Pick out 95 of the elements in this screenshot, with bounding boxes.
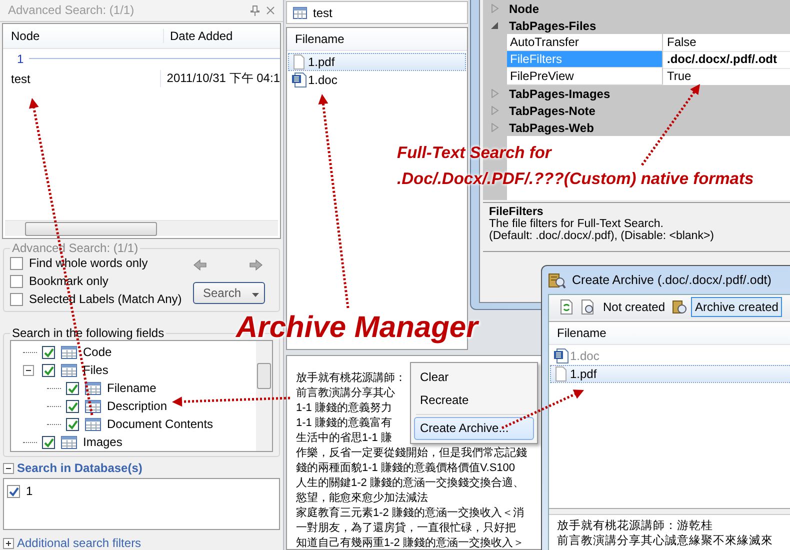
table-icon [85, 382, 101, 394]
menu-item[interactable]: Recreate [414, 389, 534, 412]
archive-icon [548, 271, 566, 289]
table-icon [61, 346, 77, 358]
checkbox-label[interactable]: 1 [26, 484, 33, 498]
tree-item[interactable]: Code [83, 345, 112, 359]
table-icon [85, 418, 101, 430]
column-header[interactable]: Date Added [163, 28, 233, 43]
file-row[interactable]: 1.pdf [550, 365, 790, 383]
tree-item[interactable]: Images [83, 435, 122, 449]
section-title[interactable]: Additional search filters [17, 536, 142, 550]
column-header[interactable]: Filename [557, 326, 606, 340]
collapse-toggle-icon[interactable] [23, 364, 34, 376]
text-line: 家庭教育三元素1-2 賺錢的意涵一交換收入＜消 [296, 506, 524, 521]
back-arrow-icon[interactable] [193, 258, 207, 270]
search-button[interactable]: Search [193, 282, 265, 304]
menu-item[interactable]: Create Archive... [414, 417, 534, 440]
group-label: 1 [17, 52, 24, 66]
description-text: (Default: .doc/.docx/.pdf), (Disable: <blank>) [489, 230, 715, 242]
checkbox[interactable] [66, 418, 79, 430]
scrollbar[interactable] [256, 341, 272, 451]
file-row[interactable]: 1.pdf [288, 53, 466, 71]
checkbox[interactable] [66, 400, 79, 412]
category-label[interactable]: TabPages-Note [507, 104, 596, 118]
filter-toggle[interactable]: Not created [599, 297, 670, 317]
text-line: 放手就有桃花源講師：游乾桂 [557, 519, 713, 534]
text-line: 作樂，反省一定要從錢開始，但是我們常忘記錢 [296, 446, 527, 461]
tree-item[interactable]: Filename [107, 381, 156, 395]
file-icon [291, 54, 307, 70]
caret-icon[interactable] [252, 293, 259, 297]
table-cell[interactable]: test [3, 72, 160, 86]
property-value[interactable]: False [663, 34, 790, 52]
text-line: 放手就有桃花源講師： [296, 371, 406, 386]
archive-icon [672, 299, 688, 315]
annotation-headline: Archive Manager [236, 310, 478, 346]
text-line: 1-1 賺錢的意義努力 [296, 401, 392, 416]
document-icon [291, 72, 307, 88]
table-icon [293, 6, 307, 18]
tree-item[interactable]: Files [83, 363, 108, 377]
checkbox[interactable] [66, 382, 79, 394]
text-line: 1-1 賺錢的意義富有 [296, 416, 392, 431]
checkbox[interactable] [10, 274, 23, 288]
table-cell[interactable]: 2011/10/31 下午 04:1 [160, 70, 280, 88]
description-title: FileFilters [489, 206, 544, 218]
checkbox-label[interactable]: Find whole words only [29, 256, 148, 270]
description-text: The file filters for Full-Text Search. [489, 218, 664, 230]
group-title: Search in the following fields [11, 326, 166, 340]
file-icon [553, 366, 569, 382]
close-icon[interactable] [266, 6, 275, 15]
tab-label[interactable]: test [313, 6, 332, 20]
text-line: 生活中的省思1-1 賺 [296, 431, 392, 446]
tree-item[interactable]: Description [107, 399, 168, 413]
text-line: 前言教演講分享其心誠意緣聚不來緣滅來 [557, 534, 773, 549]
text-line: 前言教演講分享其心 [296, 386, 395, 401]
text-line: 一對朋友，為了還房貸，一直很忙碌，只好把 [296, 521, 516, 536]
filter-toggle[interactable]: Archive created [691, 297, 782, 317]
column-header[interactable]: Filename [295, 32, 344, 46]
group-title: Advanced Search: (1/1) [11, 241, 140, 255]
checkbox[interactable] [10, 292, 23, 306]
collapse-toggle-icon[interactable] [3, 462, 14, 474]
document-icon [553, 348, 569, 364]
section-title[interactable]: Search in Database(s) [17, 461, 142, 475]
table-icon [61, 436, 77, 448]
checkbox[interactable] [7, 484, 20, 498]
refresh-icon[interactable] [559, 299, 573, 315]
text-line: 知道自己有幾兩重1-2 賺錢的意涵一交換收入＞ [296, 536, 524, 550]
expand-toggle-icon[interactable] [3, 538, 14, 548]
text-line: 慾望，能愈來愈少加法減法 [296, 491, 428, 506]
window-title: Create Archive (.doc/.docx/.pdf/.odt) [572, 273, 772, 287]
checkbox[interactable] [42, 364, 55, 376]
table-icon [85, 400, 101, 412]
text-line: 錢的兩種面貌1-1 賺錢的意義價格價值V.S100 [296, 461, 516, 476]
checkbox-label[interactable]: Bookmark only [29, 274, 108, 288]
category-label[interactable]: Node [507, 2, 539, 16]
table-icon [61, 364, 77, 376]
checkbox[interactable] [42, 346, 55, 358]
checkbox[interactable] [42, 436, 55, 448]
text-line: 人生的關鍵1-2 賺錢的意涵一交換錢交換合適、 [296, 476, 524, 491]
property-value[interactable]: .doc/.docx/.pdf/.odt [663, 50, 790, 68]
file-row[interactable]: 1.doc [288, 71, 466, 89]
category-label[interactable]: TabPages-Files [507, 18, 596, 32]
menu-item[interactable]: Clear [414, 366, 534, 389]
tab[interactable]: test [286, 1, 468, 24]
column-header[interactable]: Node [3, 28, 163, 43]
category-label[interactable]: TabPages-Web [507, 120, 594, 134]
checkbox-label[interactable]: Selected Labels (Match Any) [29, 292, 182, 306]
checkbox[interactable] [10, 256, 23, 270]
magnifier-document-icon [580, 299, 596, 315]
pin-icon[interactable] [250, 4, 260, 16]
expand-arrow-icon[interactable] [491, 21, 499, 30]
panel-title: Advanced Search: (1/1) [8, 3, 136, 18]
category-label[interactable]: TabPages-Images [507, 86, 610, 100]
tree-item[interactable]: Document Contents [107, 417, 214, 431]
forward-arrow-icon[interactable] [249, 258, 263, 270]
scrollbar[interactable] [5, 220, 278, 236]
